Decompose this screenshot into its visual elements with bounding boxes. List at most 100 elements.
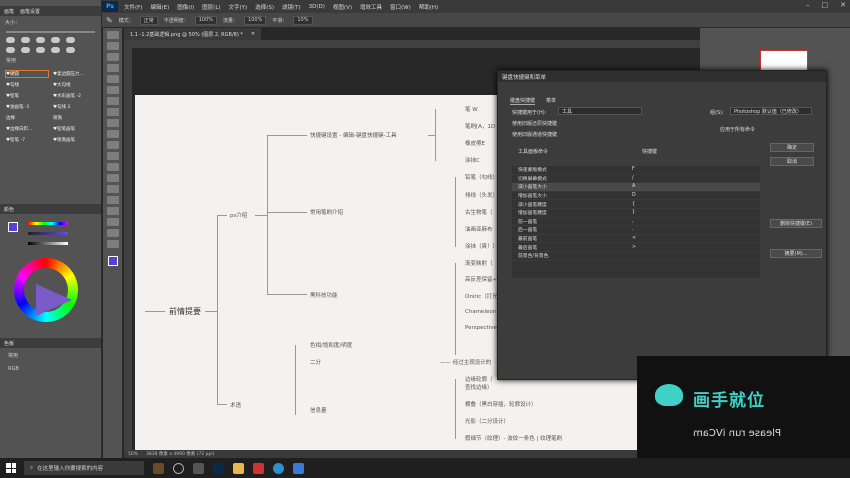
pen-tool-icon[interactable] xyxy=(106,185,119,193)
brush-item[interactable]: ♥硬圆 xyxy=(5,69,49,78)
tab-keyboard-shortcuts[interactable]: 键盘快捷键 xyxy=(510,97,536,105)
brush-tool-icon[interactable] xyxy=(106,108,119,116)
zoom-tool-icon[interactable] xyxy=(106,240,119,248)
hue-slider[interactable] xyxy=(28,222,68,225)
row-key[interactable]: . xyxy=(632,227,692,232)
row-key[interactable]: { xyxy=(632,202,692,207)
summary-button[interactable]: 摘要(M)... xyxy=(770,249,822,258)
menu-window[interactable]: 窗口(W) xyxy=(386,3,415,11)
brush-item[interactable]: ♥勾线 xyxy=(6,82,48,88)
tab-brushes[interactable]: 画笔 xyxy=(4,8,14,15)
brush-group[interactable]: 常用 xyxy=(0,55,101,66)
quick-select-tool-icon[interactable] xyxy=(106,64,119,72)
minimize-icon[interactable]: – xyxy=(806,1,810,9)
brush-item[interactable]: 喷溅 xyxy=(53,115,95,121)
row-command[interactable]: 前景色/背景色 xyxy=(512,252,632,259)
brush-item[interactable]: ♥铅笔画笔 xyxy=(53,126,95,132)
row-key[interactable]: , xyxy=(632,219,692,224)
row-key[interactable]: A xyxy=(632,184,692,189)
type-tool-icon[interactable] xyxy=(106,196,119,204)
swatch-group[interactable]: RGB xyxy=(8,366,19,372)
menu-select[interactable]: 选择(S) xyxy=(251,3,278,11)
menu-edit[interactable]: 编辑(E) xyxy=(146,3,173,11)
task-view-icon[interactable] xyxy=(173,462,184,474)
brush-tool-icon[interactable]: ✎ xyxy=(106,16,113,25)
row-command[interactable]: 后一画笔 xyxy=(512,226,632,233)
opacity-input[interactable]: 100% xyxy=(194,15,218,25)
brush-presets-2[interactable] xyxy=(0,45,101,55)
healing-tool-icon[interactable] xyxy=(106,97,119,105)
maximize-icon[interactable]: □ xyxy=(822,1,829,9)
edge-browser-icon[interactable] xyxy=(273,462,284,474)
close-icon[interactable]: ✕ xyxy=(840,1,846,9)
eraser-tool-icon[interactable] xyxy=(106,141,119,149)
brush-item[interactable]: ♥柔边圆压力... xyxy=(53,71,95,77)
legacy-channel-checkbox[interactable]: 使用旧版通道快捷键 xyxy=(512,131,557,138)
size-slider[interactable] xyxy=(6,31,95,33)
tab-brush-settings[interactable]: 画笔设置 xyxy=(20,8,40,15)
row-command[interactable]: 增加画笔大小 xyxy=(512,192,632,199)
smoothing-input[interactable]: 10% xyxy=(293,15,313,25)
photoshop-taskbar-icon[interactable] xyxy=(213,462,224,474)
tab-close-icon[interactable]: ✕ xyxy=(251,31,255,37)
dodge-tool-icon[interactable] xyxy=(106,174,119,182)
file-explorer-icon[interactable] xyxy=(193,462,204,474)
brush-item[interactable]: ♥铅笔 -7 xyxy=(6,137,48,143)
stamp-tool-icon[interactable] xyxy=(106,119,119,127)
brush-item[interactable]: ♥大勾线 xyxy=(53,82,95,88)
path-select-icon[interactable] xyxy=(106,207,119,215)
menu-image[interactable]: 图像(I) xyxy=(173,3,198,11)
set-select[interactable]: Photoshop 默认值（已修改） xyxy=(730,107,812,115)
ok-button[interactable]: 确定 xyxy=(770,143,814,152)
row-key[interactable]: D xyxy=(632,193,692,198)
brush-item[interactable]: 边缘 xyxy=(6,115,48,121)
foreground-color-icon[interactable] xyxy=(107,256,118,266)
shape-tool-icon[interactable] xyxy=(106,218,119,226)
blur-tool-icon[interactable] xyxy=(106,163,119,171)
row-command[interactable]: 快速蒙版模式 xyxy=(512,166,632,173)
brush-item[interactable]: ♥勾线 2 xyxy=(53,104,95,110)
move-tool-icon[interactable] xyxy=(106,31,119,39)
flow-input[interactable]: 100% xyxy=(244,15,267,25)
color-triangle[interactable] xyxy=(36,284,72,316)
tab-color[interactable]: 颜色 xyxy=(4,206,14,213)
app-icon[interactable] xyxy=(293,462,304,474)
menu-file[interactable]: 文件(F) xyxy=(120,3,146,11)
row-command[interactable]: 前一画笔 xyxy=(512,218,632,225)
document-tab[interactable]: 1.1 -1.2基础逻辑.png @ 50% (图层 2, RGB/8) * ✕ xyxy=(124,28,262,40)
taskbar-search[interactable]: ⌕ 在这里输入你要搜索的内容 xyxy=(24,461,144,475)
brush-item[interactable]: ♥铅笔 xyxy=(6,93,48,99)
row-command[interactable]: 切换屏幕模式 xyxy=(512,175,632,182)
row-command[interactable]: 最前画笔 xyxy=(512,235,632,242)
menu-filter[interactable]: 滤镜(T) xyxy=(278,3,305,11)
row-key[interactable]: / xyxy=(632,176,692,181)
hand-tool-icon[interactable] xyxy=(106,229,119,237)
row-command[interactable]: 增加画笔硬度 xyxy=(512,209,632,216)
lasso-tool-icon[interactable] xyxy=(106,53,119,61)
apply-all-checkbox[interactable]: 应用于所有命令 xyxy=(720,126,755,133)
menu-plugins[interactable]: 增效工具 xyxy=(356,3,386,11)
row-key[interactable]: } xyxy=(632,210,692,215)
delete-shortcut-button[interactable]: 删除快捷键(E) xyxy=(770,219,822,228)
history-brush-icon[interactable] xyxy=(106,130,119,138)
shortcut-list[interactable]: 快速蒙版模式 F 切换屏幕模式 / 减小画笔大小 A 增加画笔大小 D 减小画笔硬度{ … xyxy=(512,166,760,278)
color-wheel[interactable] xyxy=(14,258,78,322)
row-key[interactable]: < xyxy=(632,236,692,241)
eyedropper-tool-icon[interactable] xyxy=(106,86,119,94)
menu-3d[interactable]: 3D(D) xyxy=(305,4,329,10)
mode-select[interactable]: 正常 xyxy=(139,15,158,25)
folder-icon[interactable] xyxy=(233,462,244,474)
tab-swatches[interactable]: 色板 xyxy=(4,340,14,347)
foreground-swatch[interactable] xyxy=(8,222,18,232)
saturation-slider[interactable] xyxy=(28,232,68,235)
brush-item[interactable]: ♥喷溅画笔 xyxy=(53,137,95,143)
app-icon[interactable] xyxy=(253,462,264,474)
row-command[interactable]: 最后画笔 xyxy=(512,244,632,251)
row-key[interactable]: F xyxy=(632,167,692,172)
crop-tool-icon[interactable] xyxy=(106,75,119,83)
menu-type[interactable]: 文字(Y) xyxy=(225,3,252,11)
brush-item[interactable]: ♥边缘白炽... xyxy=(6,126,48,132)
row-key[interactable]: > xyxy=(632,245,692,250)
menu-layer[interactable]: 图层(L) xyxy=(198,3,224,11)
swatch-group[interactable]: 常用 xyxy=(8,352,18,359)
